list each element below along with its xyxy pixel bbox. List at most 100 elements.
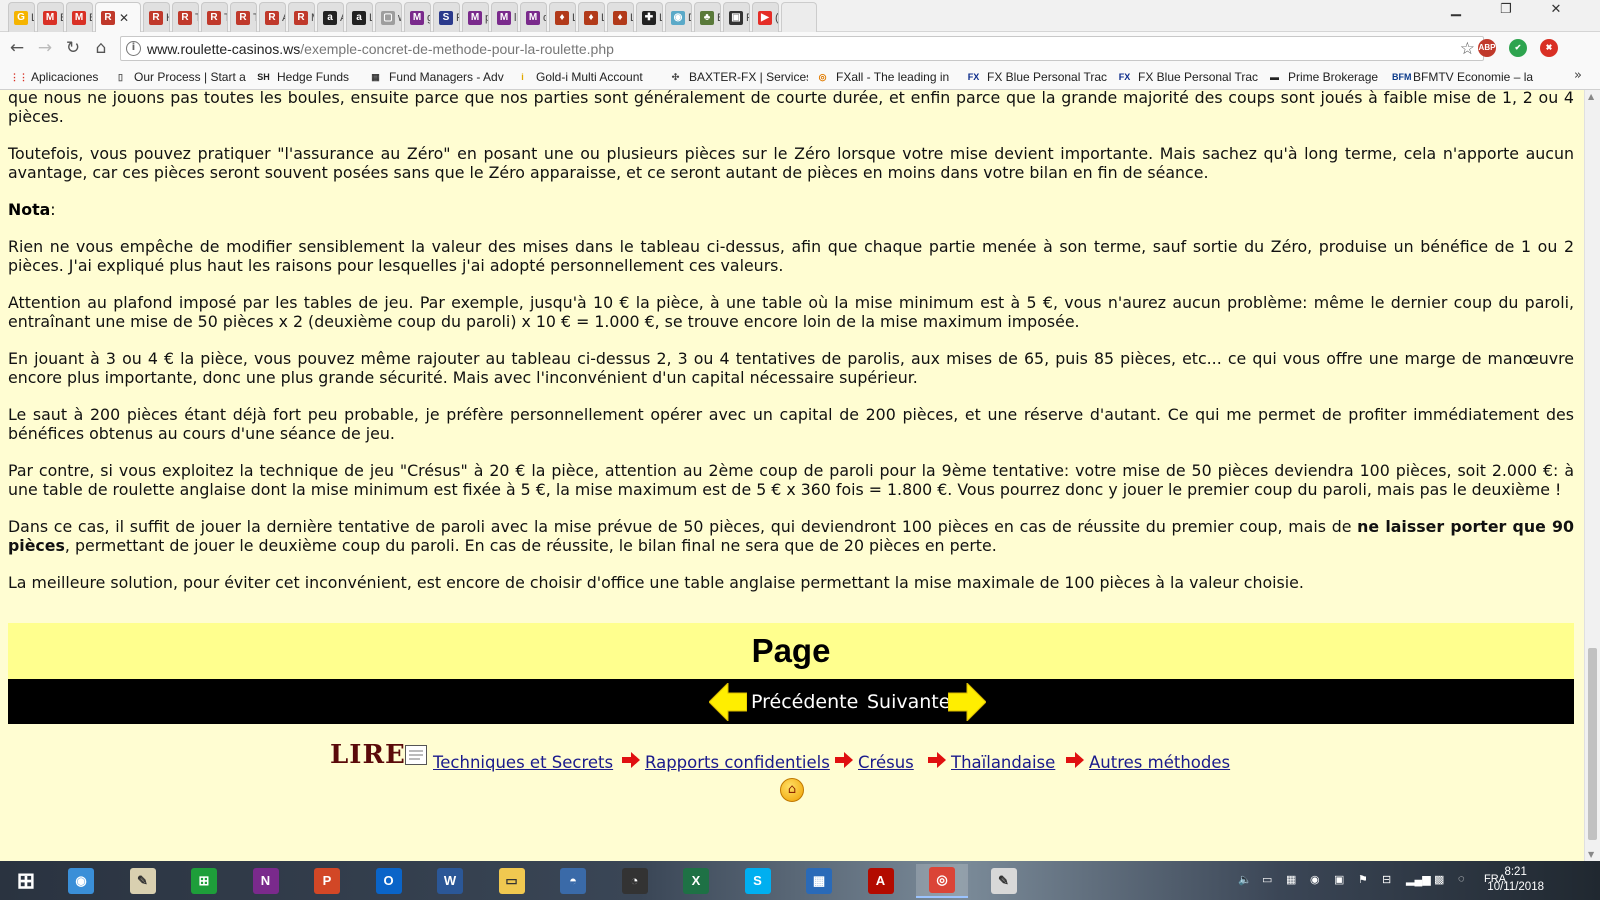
tab[interactable]: SRo	[433, 2, 460, 32]
bookmark-item[interactable]: FX FX Blue Personal Trac	[1117, 68, 1262, 86]
fxblue-icon: FX	[1118, 72, 1131, 82]
taskbar-app-chrome[interactable]: ◎	[916, 864, 968, 898]
tab[interactable]: ◉Da	[665, 2, 692, 32]
tab[interactable]: MBo	[66, 2, 93, 32]
forward-button[interactable]: →	[34, 38, 56, 60]
taskbar-app-cat[interactable]: ◔	[609, 864, 661, 898]
tab[interactable]: RTe	[230, 2, 257, 32]
bookmark-item[interactable]: ▦ Fund Managers - Adv	[368, 68, 508, 86]
taskbar-app-outlook[interactable]: O	[363, 864, 415, 898]
bookmark-item[interactable]: FX FX Blue Personal Trac	[966, 68, 1111, 86]
tab[interactable]: GLap	[8, 2, 35, 32]
tab[interactable]: RTe	[172, 2, 199, 32]
taskbar-app-word[interactable]: W	[424, 864, 476, 898]
tab-active[interactable]: R ✕	[95, 2, 141, 32]
tab[interactable]: RMc	[288, 2, 315, 32]
bookmark-item[interactable]: i Gold-i Multi Account	[515, 68, 660, 86]
taskbar-app-notepad[interactable]: ✎	[117, 864, 169, 898]
tab[interactable]: aLa	[346, 2, 373, 32]
reload-button[interactable]: ↻	[62, 38, 84, 60]
scroll-down-icon[interactable]: ▼	[1588, 850, 1594, 859]
tab[interactable]: ♦Les	[607, 2, 634, 32]
bookmark-item[interactable]: ▯ Our Process | Start a	[113, 68, 249, 86]
keyboard-icon[interactable]: ▭	[1262, 873, 1272, 886]
clock[interactable]: 8:21 10/11/2018	[1487, 865, 1544, 895]
tab[interactable]: RHo	[143, 2, 170, 32]
scroll-thumb[interactable]	[1588, 648, 1597, 840]
close-tab-icon[interactable]: ✕	[119, 11, 129, 25]
volume-icon[interactable]: 🔈	[1238, 873, 1252, 886]
next-page-link[interactable]: Suivante	[867, 691, 950, 713]
tab[interactable]: ♦La	[549, 2, 576, 32]
tab[interactable]: RAu	[259, 2, 286, 32]
link-techniques-secrets[interactable]: Techniques et Secrets	[433, 753, 613, 772]
tab[interactable]: ▢ww	[375, 2, 402, 32]
link-autres-methodes[interactable]: Autres méthodes	[1089, 753, 1230, 772]
tab[interactable]: Mga	[404, 2, 431, 32]
tray-app-icon[interactable]: ▣	[1334, 873, 1344, 886]
taskbar-app-powerpoint[interactable]: P	[301, 864, 353, 898]
bookmark-item[interactable]: BFM BFMTV Economie – la	[1392, 68, 1544, 86]
bookmark-item[interactable]: ✣ BAXTER-FX | Services	[668, 68, 808, 86]
tab[interactable]: Mpe	[462, 2, 489, 32]
tab[interactable]: Mqu	[520, 2, 547, 32]
taskbar-app-store[interactable]: ⊞	[178, 864, 230, 898]
check-icon[interactable]: ✔	[1509, 39, 1527, 57]
link-rapports-confidentiels[interactable]: Rapports confidentiels	[645, 753, 830, 772]
bookmark-star-icon[interactable]: ☆	[1460, 39, 1475, 59]
taskbar-app-explorer[interactable]: ▭	[486, 864, 538, 898]
tab[interactable]: ♣Bre	[694, 2, 721, 32]
alert-icon[interactable]: ✖	[1540, 39, 1558, 57]
adblock-icon[interactable]: ABP	[1478, 39, 1496, 57]
tab[interactable]: ✚Liv	[636, 2, 663, 32]
taskbar-app-network[interactable]: ▦	[793, 864, 845, 898]
page-scrollbar[interactable]: ▲ ▼	[1584, 90, 1600, 861]
link-thailandaise[interactable]: Thaïlandaise	[951, 753, 1055, 772]
tab[interactable]: ▶(1)	[752, 2, 779, 32]
tab[interactable]: aAn	[317, 2, 344, 32]
tab[interactable]: MBo	[37, 2, 64, 32]
bookmark-item[interactable]: SH Hedge Funds	[256, 68, 361, 86]
taskbar-app-start[interactable]: ⊞	[0, 864, 52, 898]
tab[interactable]: ▣Pla	[723, 2, 750, 32]
network-tray-icon[interactable]: ▦	[1286, 873, 1296, 886]
wifi-icon[interactable]: ▂▄▆	[1406, 873, 1431, 886]
close-window-button[interactable]: ✕	[1540, 0, 1572, 20]
home-icon[interactable]: ⌂	[90, 38, 112, 60]
scroll-up-icon[interactable]: ▲	[1588, 92, 1594, 101]
flag-icon[interactable]: ⚑	[1358, 873, 1368, 886]
back-button[interactable]: ←	[6, 38, 28, 60]
bookmark-item[interactable]: ◎ FXall - The leading in	[815, 68, 960, 86]
arrow-right-icon[interactable]	[948, 683, 986, 721]
maximize-button[interactable]: ❐	[1490, 0, 1522, 20]
new-tab-button[interactable]	[781, 2, 817, 32]
nvidia-icon[interactable]: ▩	[1434, 873, 1444, 886]
tab[interactable]: RTe	[201, 2, 228, 32]
usb-icon[interactable]: ⊟	[1382, 873, 1391, 886]
tab[interactable]: ♦Les	[578, 2, 605, 32]
bookmarks-overflow-button[interactable]: »	[1574, 68, 1582, 83]
link-cresus[interactable]: Crésus	[858, 753, 914, 772]
taskbar-app-excel[interactable]: X	[670, 864, 722, 898]
address-bar[interactable]: i www.roulette-casinos.ws/exemple-concre…	[120, 36, 1484, 61]
tab-label: pe	[485, 12, 488, 24]
bookmark-item[interactable]: ▬ Prime Brokerage	[1267, 68, 1387, 86]
taskbar-app-photos[interactable]: ◉	[55, 864, 107, 898]
tray-app-icon[interactable]: ◉	[1310, 873, 1320, 886]
taskbar-app-acrobat[interactable]: A	[855, 864, 907, 898]
site-info-icon[interactable]: i	[126, 41, 141, 56]
taskbar-app-skype[interactable]: S	[732, 864, 784, 898]
minimize-button[interactable]: ▁	[1440, 0, 1472, 20]
taskbar-app-onenote[interactable]: N	[240, 864, 292, 898]
bookmark-label: Our Process | Start a	[134, 70, 246, 84]
arrow-left-icon[interactable]	[709, 683, 747, 721]
url-text[interactable]: www.roulette-casinos.ws/exemple-concret-…	[147, 41, 614, 57]
taskbar-app-paint[interactable]: ✎	[978, 864, 1030, 898]
home-button[interactable]: ⌂	[780, 778, 804, 802]
notification-tray-icon[interactable]: ◌	[1458, 873, 1465, 885]
tab[interactable]: Mla t	[491, 2, 518, 32]
taskbar-app-owl[interactable]: ◓	[547, 864, 599, 898]
bookmark-item[interactable]: ⋮⋮ Aplicaciones	[10, 68, 108, 86]
previous-page-link[interactable]: Précédente	[751, 691, 858, 713]
excel-icon: X	[683, 868, 709, 894]
